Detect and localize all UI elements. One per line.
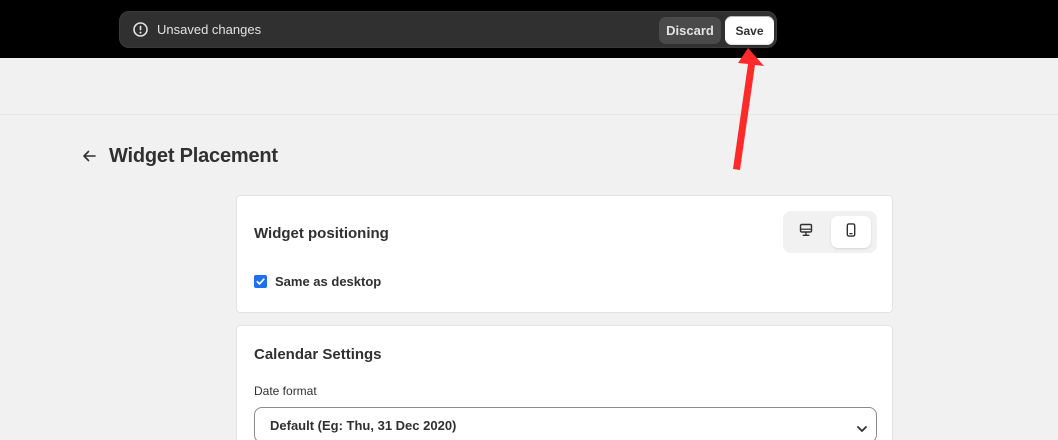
mobile-view-button[interactable] xyxy=(831,216,871,248)
page-title: Widget Placement xyxy=(109,145,278,167)
discard-button[interactable]: Discard xyxy=(659,17,721,44)
same-as-desktop-row[interactable]: Same as desktop xyxy=(254,274,381,289)
annotation-arrow xyxy=(733,48,764,170)
desktop-icon xyxy=(799,223,813,242)
unsaved-changes-message: Unsaved changes xyxy=(157,22,262,37)
contextual-save-bar: Unsaved changes Discard Save xyxy=(119,11,777,48)
same-as-desktop-label: Same as desktop xyxy=(275,274,382,289)
desktop-view-button[interactable] xyxy=(786,216,826,248)
date-format-label: Date format xyxy=(254,384,317,398)
back-arrow-icon[interactable] xyxy=(80,146,100,166)
alert-circle-icon xyxy=(132,21,149,38)
widget-positioning-title: Widget positioning xyxy=(254,225,389,242)
date-format-select[interactable]: Default (Eg: Thu, 31 Dec 2020) xyxy=(254,407,877,440)
save-button[interactable]: Save xyxy=(725,16,774,45)
header-divider xyxy=(0,114,1058,115)
calendar-settings-card: Calendar Settings Date format Default (E… xyxy=(236,325,893,440)
widget-positioning-card: Widget positioning Same as desktop xyxy=(236,195,893,313)
same-as-desktop-checkbox[interactable] xyxy=(254,275,267,288)
mobile-icon xyxy=(844,222,858,242)
calendar-settings-title: Calendar Settings xyxy=(254,346,382,363)
date-format-value: Default (Eg: Thu, 31 Dec 2020) xyxy=(270,418,457,433)
chevron-down-icon xyxy=(856,421,868,432)
top-bar: Unsaved changes Discard Save xyxy=(0,0,1058,58)
device-toggle xyxy=(783,211,877,253)
